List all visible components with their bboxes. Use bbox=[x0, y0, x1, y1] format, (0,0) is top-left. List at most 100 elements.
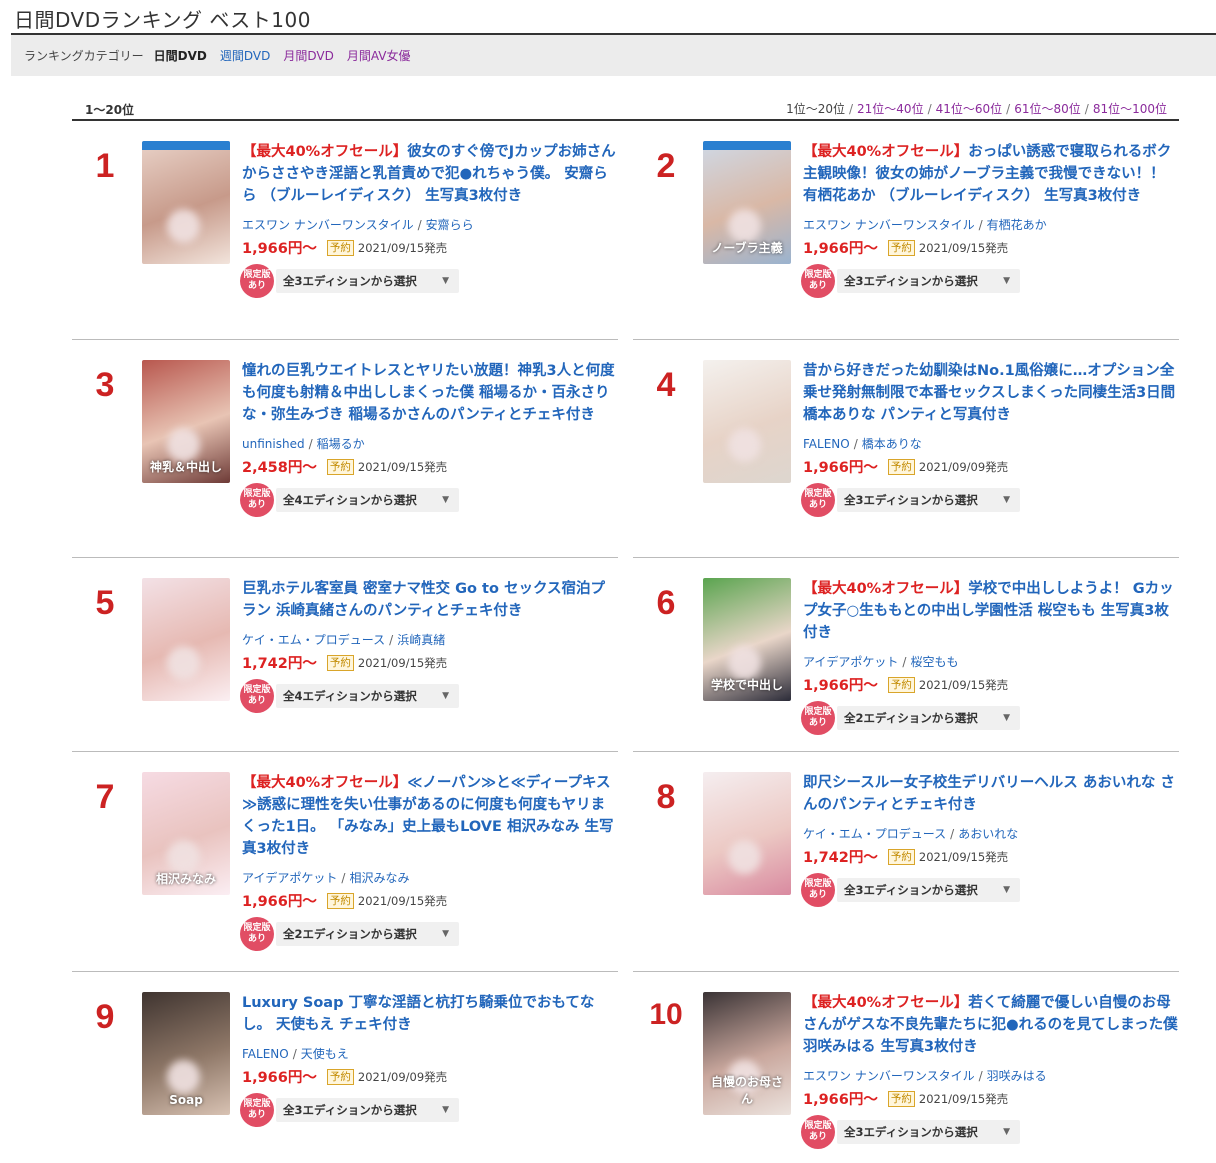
edition-select[interactable]: 全2エディションから選択 ▼ bbox=[276, 922, 459, 946]
edition-row: 限定版 あり 全4エディションから選択 ▼ bbox=[240, 679, 618, 713]
bluray-band bbox=[142, 141, 230, 150]
label-link[interactable]: FALENO bbox=[242, 1047, 289, 1061]
edition-select[interactable]: 全3エディションから選択 ▼ bbox=[276, 1098, 459, 1122]
range-link-61-80[interactable]: 61位〜80位 bbox=[1014, 102, 1081, 116]
edition-row: 限定版 あり 全2エディションから選択 ▼ bbox=[240, 917, 618, 951]
label-link[interactable]: エスワン ナンバーワンスタイル bbox=[803, 218, 975, 232]
product-thumbnail[interactable]: 学校で中出し bbox=[703, 578, 791, 701]
cover-text: 相沢みなみ bbox=[155, 872, 216, 886]
product-thumbnail[interactable] bbox=[142, 578, 230, 701]
product-title-link[interactable]: 【最大40%オフセール】彼女のすぐ傍でJカップお姉さんからささやき淫語と乳首責め… bbox=[242, 141, 618, 207]
edition-select[interactable]: 全4エディションから選択 ▼ bbox=[276, 684, 459, 708]
edition-select[interactable]: 全3エディションから選択 ▼ bbox=[837, 269, 1020, 293]
label-link[interactable]: ケイ・エム・プロデュース bbox=[242, 633, 385, 647]
product-thumbnail[interactable]: 自慢のお母さん bbox=[703, 992, 791, 1115]
cover-text: Soap bbox=[169, 1093, 203, 1107]
actress-link[interactable]: 安齋らら bbox=[426, 218, 474, 232]
product-thumbnail[interactable]: ノーブラ主義 bbox=[703, 141, 791, 264]
edition-select[interactable]: 全2エディションから選択 ▼ bbox=[837, 706, 1020, 730]
category-link-weekly-dvd[interactable]: 週間DVD bbox=[220, 47, 270, 64]
sale-tag: 【最大40%オフセール】 bbox=[803, 995, 969, 1011]
label-link[interactable]: ケイ・エム・プロデュース bbox=[803, 827, 946, 841]
chevron-down-icon: ▼ bbox=[442, 495, 449, 505]
sale-tag: 【最大40%オフセール】 bbox=[242, 144, 408, 160]
label-link[interactable]: エスワン ナンバーワンスタイル bbox=[803, 1069, 975, 1083]
edition-select[interactable]: 全3エディションから選択 ▼ bbox=[837, 878, 1020, 902]
edition-select-label: 全3エディションから選択 bbox=[283, 1103, 417, 1117]
range-nav-current: 1位〜20位 bbox=[786, 102, 845, 116]
product-title-link[interactable]: 【最大40%オフセール】若くて綺麗で優しい自慢のお母さんがゲスな不良先輩たちに犯… bbox=[803, 992, 1179, 1058]
price-line: 1,966円〜 予約 2021/09/15発売 bbox=[803, 237, 1179, 258]
label-link[interactable]: FALENO bbox=[803, 437, 850, 451]
product-title: 昔から好きだった幼馴染はNo.1風俗嬢に…オプション全乗せ発射無制限で本番セック… bbox=[803, 363, 1176, 423]
product-title-link[interactable]: 【最大40%オフセール】≪ノーパン≫と≪ディープキス≫誘惑に理性を失い仕事がある… bbox=[242, 772, 618, 860]
mosaic-blur bbox=[166, 427, 201, 463]
release-date: 2021/09/15発売 bbox=[918, 849, 1009, 864]
product-title-link[interactable]: 即尺シースルー女子校生デリバリーヘルス あおいれな さんのパンティとチェキ付き bbox=[803, 772, 1179, 816]
product-title-link[interactable]: 【最大40%オフセール】おっぱい誘惑で寝取られるボク主観映像！彼女の姉がノーブラ… bbox=[803, 141, 1179, 207]
actress-link[interactable]: 羽咲みはる bbox=[987, 1069, 1047, 1083]
product-info: 【最大40%オフセール】学校で中出ししようよ！ Gカップ女子○生ももとの中出し学… bbox=[801, 578, 1179, 735]
price: 2,458円〜 bbox=[242, 460, 317, 476]
product-title-link[interactable]: Luxury Soap 丁寧な淫語と杭打ち騎乗位でおもてなし。 天使もえ チェキ… bbox=[242, 992, 618, 1036]
ranking-item-8: 8 即尺シースルー女子校生デリバリーヘルス あおいれな さんのパンティとチェキ付… bbox=[633, 752, 1179, 972]
rank-number: 9 bbox=[95, 998, 115, 1036]
cover-text: 神乳＆中出し bbox=[149, 460, 222, 474]
ranking-category-bar: ランキングカテゴリー 日間DVD 週間DVD 月間DVD 月間AV女優 bbox=[11, 35, 1216, 76]
product-title-link[interactable]: 憧れの巨乳ウエイトレスとヤリたい放題！神乳3人と何度も何度も射精＆中出ししまくっ… bbox=[242, 360, 618, 426]
actress-link[interactable]: 有栖花あか bbox=[987, 218, 1047, 232]
category-current: 日間DVD bbox=[153, 49, 207, 63]
ranking-item-7: 7 相沢みなみ 【最大40%オフセール】≪ノーパン≫と≪ディープキス≫誘惑に理性… bbox=[72, 752, 618, 972]
price: 1,966円〜 bbox=[803, 1092, 878, 1108]
meta-separator: / bbox=[978, 218, 983, 232]
price: 1,966円〜 bbox=[803, 460, 878, 476]
price-line: 1,966円〜 予約 2021/09/09発売 bbox=[803, 456, 1179, 477]
actress-link[interactable]: 橋本ありな bbox=[862, 437, 922, 451]
product-title-link[interactable]: 巨乳ホテル客室員 密室ナマ性交 Go to セックス宿泊プラン 浜崎真緒さんのパ… bbox=[242, 578, 618, 622]
label-link[interactable]: unfinished bbox=[242, 437, 305, 451]
product-thumbnail[interactable]: 相沢みなみ bbox=[142, 772, 230, 895]
range-link-81-100[interactable]: 81位〜100位 bbox=[1093, 102, 1167, 116]
product-title-link[interactable]: 【最大40%オフセール】学校で中出ししようよ！ Gカップ女子○生ももとの中出し学… bbox=[803, 578, 1179, 644]
actress-link[interactable]: あおいれな bbox=[958, 827, 1018, 841]
edition-select[interactable]: 全3エディションから選択 ▼ bbox=[837, 488, 1020, 512]
price: 1,966円〜 bbox=[242, 894, 317, 910]
chevron-down-icon: ▼ bbox=[1003, 1127, 1010, 1137]
actress-link[interactable]: 浜崎真緒 bbox=[397, 633, 445, 647]
range-pagination: 1位〜20位/21位〜40位/41位〜60位/61位〜80位/81位〜100位 bbox=[786, 102, 1167, 116]
category-link-monthly-dvd[interactable]: 月間DVD bbox=[283, 47, 333, 64]
meta-separator: / bbox=[902, 655, 907, 669]
label-link[interactable]: エスワン ナンバーワンスタイル bbox=[242, 218, 414, 232]
category-link-monthly-actress[interactable]: 月間AV女優 bbox=[347, 47, 411, 64]
actress-link[interactable]: 桜空もも bbox=[910, 655, 958, 669]
sale-tag: 【最大40%オフセール】 bbox=[242, 775, 408, 791]
release-date: 2021/09/15発売 bbox=[918, 677, 1009, 692]
edition-select[interactable]: 全3エディションから選択 ▼ bbox=[276, 269, 459, 293]
cover-text: ノーブラ主義 bbox=[711, 241, 783, 255]
product-title-link[interactable]: 昔から好きだった幼馴染はNo.1風俗嬢に…オプション全乗せ発射無制限で本番セック… bbox=[803, 360, 1179, 426]
product-thumbnail[interactable]: Soap bbox=[142, 992, 230, 1115]
product-thumbnail[interactable] bbox=[703, 772, 791, 895]
edition-select-label: 全2エディションから選択 bbox=[844, 711, 978, 725]
sale-tag: 【最大40%オフセール】 bbox=[803, 144, 969, 160]
actress-link[interactable]: 天使もえ bbox=[301, 1047, 349, 1061]
price-line: 1,966円〜 予約 2021/09/15発売 bbox=[242, 237, 618, 258]
ranking-item-5: 5 巨乳ホテル客室員 密室ナマ性交 Go to セックス宿泊プラン 浜崎真緒さん… bbox=[72, 558, 618, 752]
product-thumbnail[interactable]: 神乳＆中出し bbox=[142, 360, 230, 483]
actress-link[interactable]: 相沢みなみ bbox=[349, 871, 409, 885]
reserve-badge: 予約 bbox=[887, 239, 915, 256]
edition-select[interactable]: 全4エディションから選択 ▼ bbox=[276, 488, 459, 512]
category-label: ランキングカテゴリー bbox=[24, 49, 144, 63]
range-link-41-60[interactable]: 41位〜60位 bbox=[936, 102, 1003, 116]
cover-text: 学校で中出し bbox=[710, 678, 783, 692]
release-date: 2021/09/15発売 bbox=[918, 1091, 1009, 1106]
actress-link[interactable]: 稲場るか bbox=[317, 437, 365, 451]
label-link[interactable]: アイデアポケット bbox=[803, 655, 898, 669]
range-link-21-40[interactable]: 21位〜40位 bbox=[857, 102, 924, 116]
label-link[interactable]: アイデアポケット bbox=[242, 871, 337, 885]
product-thumbnail[interactable] bbox=[142, 141, 230, 264]
product-info: 憧れの巨乳ウエイトレスとヤリたい放題！神乳3人と何度も何度も射精＆中出ししまくっ… bbox=[240, 360, 618, 517]
edition-select[interactable]: 全3エディションから選択 ▼ bbox=[837, 1120, 1020, 1144]
limited-edition-badge: 限定版 あり bbox=[801, 873, 835, 907]
product-thumbnail[interactable] bbox=[703, 360, 791, 483]
